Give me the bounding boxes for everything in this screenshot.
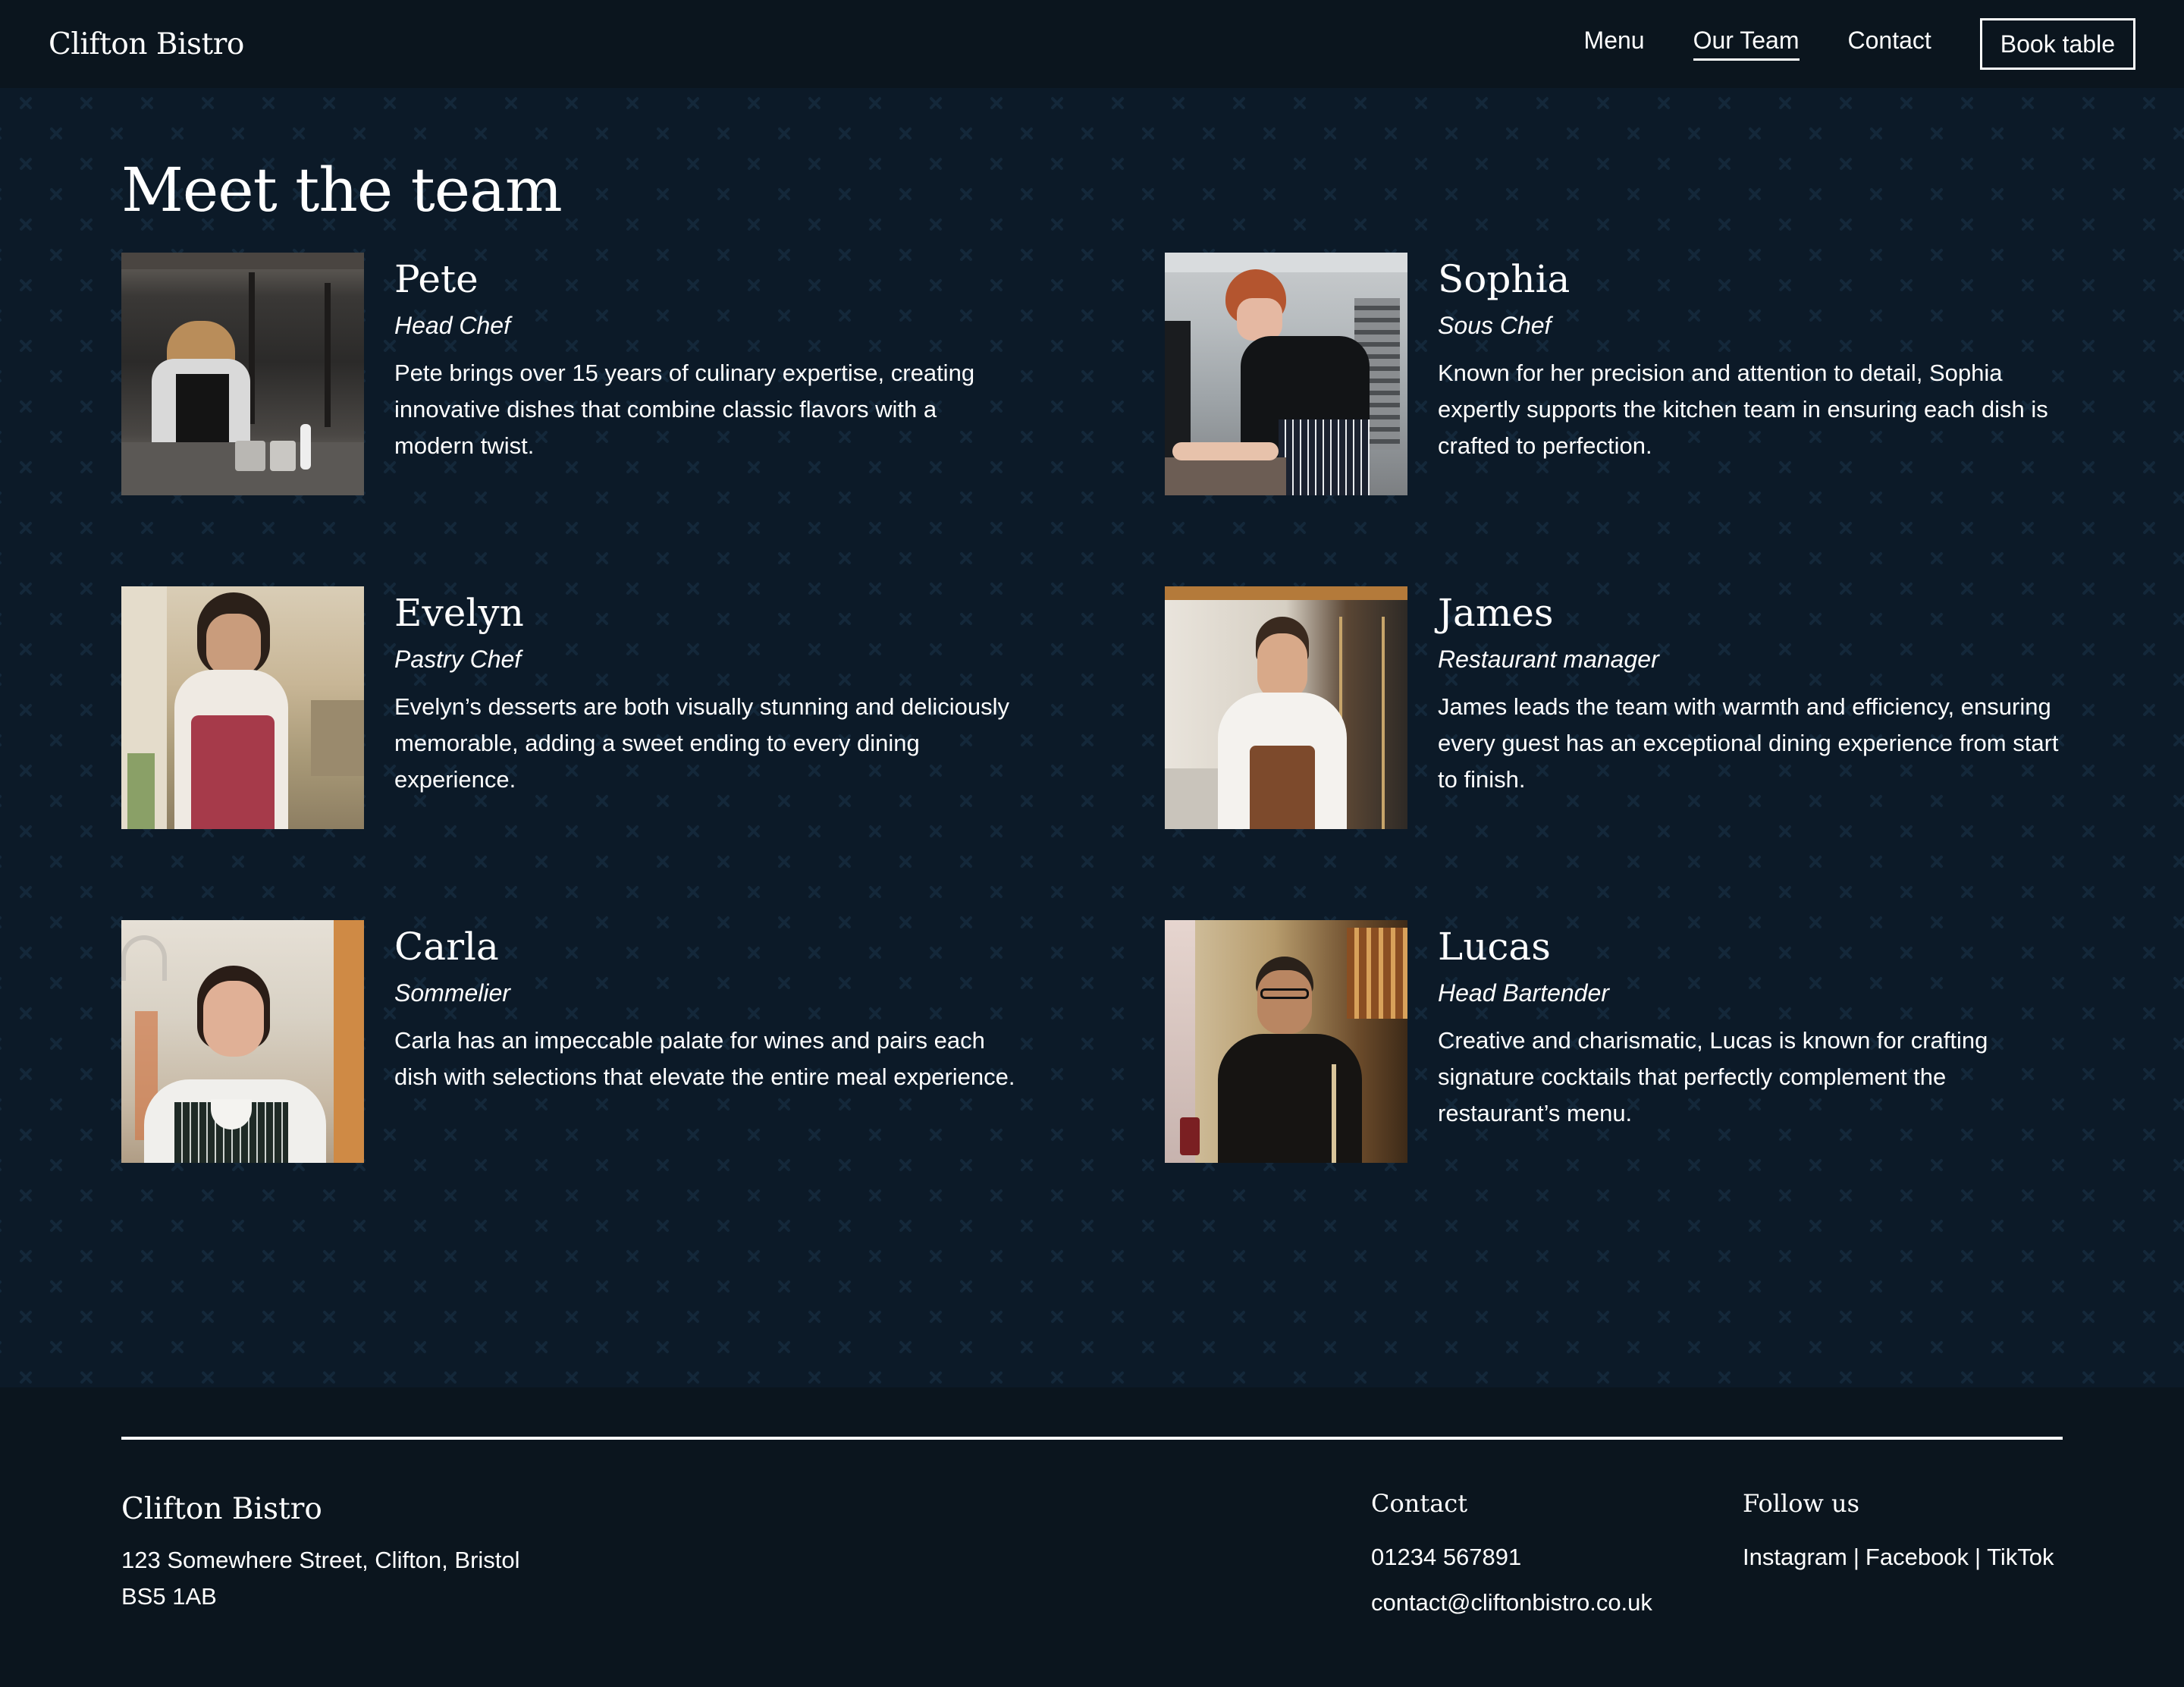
member-bio: Known for her precision and attention to… <box>1438 360 2048 460</box>
member-bio: Carla has an impeccable palate for wines… <box>394 1027 1015 1091</box>
team-member-card: Carla Sommelier Carla has an impeccable … <box>121 920 1165 1254</box>
footer-follow-heading: Follow us <box>1743 1489 1860 1518</box>
address-line-2: BS5 1AB <box>121 1583 217 1610</box>
member-name: Evelyn <box>394 591 524 635</box>
sommelier-portrait-photo <box>121 920 364 1163</box>
social-links: Instagram | Facebook | TikTok <box>1743 1535 2054 1580</box>
address-line-1: 123 Somewhere Street, Clifton, Bristol <box>121 1547 520 1573</box>
page-title: Meet the team <box>121 155 563 225</box>
pastry-chef-baking-photo <box>121 586 364 829</box>
footer-follow: Follow us Instagram | Facebook | TikTok <box>1743 1489 2054 1580</box>
chef-in-kitchen-photo <box>121 253 364 495</box>
member-role: Head Chef <box>394 312 510 339</box>
team-member-card: Evelyn Pastry Chef Evelyn’s desserts are… <box>121 586 1165 920</box>
member-bio: James leads the team with warmth and eff… <box>1438 693 2059 793</box>
book-table-button[interactable]: Book table <box>1979 17 2135 71</box>
member-info: Lucas Head Bartender Creative and charis… <box>1438 920 2060 1132</box>
member-info: Evelyn Pastry Chef Evelyn’s desserts are… <box>394 586 1016 798</box>
team-grid: Pete Head Chef Pete brings over 15 years… <box>121 253 2063 1254</box>
member-name: Carla <box>394 925 499 969</box>
team-section: Meet the team Pete Head Chef Pete brings… <box>0 88 2184 1387</box>
facebook-link[interactable]: Facebook <box>1866 1544 1969 1570</box>
footer-divider <box>121 1437 2063 1440</box>
sous-chef-plating-photo <box>1165 253 1407 495</box>
team-member-card: Lucas Head Bartender Creative and charis… <box>1165 920 2063 1254</box>
social-separator: | <box>1853 1544 1859 1570</box>
brand-logo[interactable]: Clifton Bistro <box>49 27 244 61</box>
nav-link-contact[interactable]: Contact <box>1848 27 1931 61</box>
tiktok-link[interactable]: TikTok <box>1987 1544 2054 1570</box>
instagram-link[interactable]: Instagram <box>1743 1544 1847 1570</box>
social-separator: | <box>1975 1544 1982 1570</box>
member-bio: Evelyn’s desserts are both visually stun… <box>394 693 1010 793</box>
member-role: Sommelier <box>394 979 510 1007</box>
member-role: Restaurant manager <box>1438 646 1659 673</box>
bartender-at-bar-photo <box>1165 920 1407 1163</box>
member-role: Sous Chef <box>1438 312 1552 339</box>
member-name: Pete <box>394 257 479 301</box>
footer-contact-heading: Contact <box>1371 1489 1468 1518</box>
team-member-card: Sophia Sous Chef Known for her precision… <box>1165 253 2063 586</box>
site-header: Clifton Bistro Menu Our Team Contact Boo… <box>0 0 2184 88</box>
team-member-card: Pete Head Chef Pete brings over 15 years… <box>121 253 1165 586</box>
member-name: Lucas <box>1438 925 1551 969</box>
footer-phone-link[interactable]: 01234 567891 <box>1371 1535 1652 1580</box>
member-bio: Pete brings over 15 years of culinary ex… <box>394 360 975 460</box>
footer-email-link[interactable]: contact@cliftonbistro.co.uk <box>1371 1580 1652 1626</box>
member-info: Carla Sommelier Carla has an impeccable … <box>394 920 1016 1095</box>
main-nav: Menu Our Team Contact Book table <box>1536 17 2135 71</box>
nav-link-our-team[interactable]: Our Team <box>1693 27 1800 61</box>
member-name: Sophia <box>1438 257 1571 301</box>
member-info: James Restaurant manager James leads the… <box>1438 586 2060 798</box>
member-name: James <box>1438 591 1554 635</box>
site-footer: Clifton Bistro 123 Somewhere Street, Cli… <box>0 1387 2184 1687</box>
manager-in-dining-room-photo <box>1165 586 1407 829</box>
member-info: Pete Head Chef Pete brings over 15 years… <box>394 253 1016 464</box>
member-role: Head Bartender <box>1438 979 1609 1007</box>
member-role: Pastry Chef <box>394 646 522 673</box>
footer-address: 123 Somewhere Street, Clifton, Bristol B… <box>121 1542 520 1615</box>
footer-contact: Contact 01234 567891 contact@cliftonbist… <box>1371 1489 1652 1626</box>
nav-link-menu[interactable]: Menu <box>1584 27 1645 61</box>
member-info: Sophia Sous Chef Known for her precision… <box>1438 253 2060 464</box>
team-member-card: James Restaurant manager James leads the… <box>1165 586 2063 920</box>
member-bio: Creative and charismatic, Lucas is known… <box>1438 1027 1988 1127</box>
footer-brand: Clifton Bistro <box>121 1492 322 1526</box>
